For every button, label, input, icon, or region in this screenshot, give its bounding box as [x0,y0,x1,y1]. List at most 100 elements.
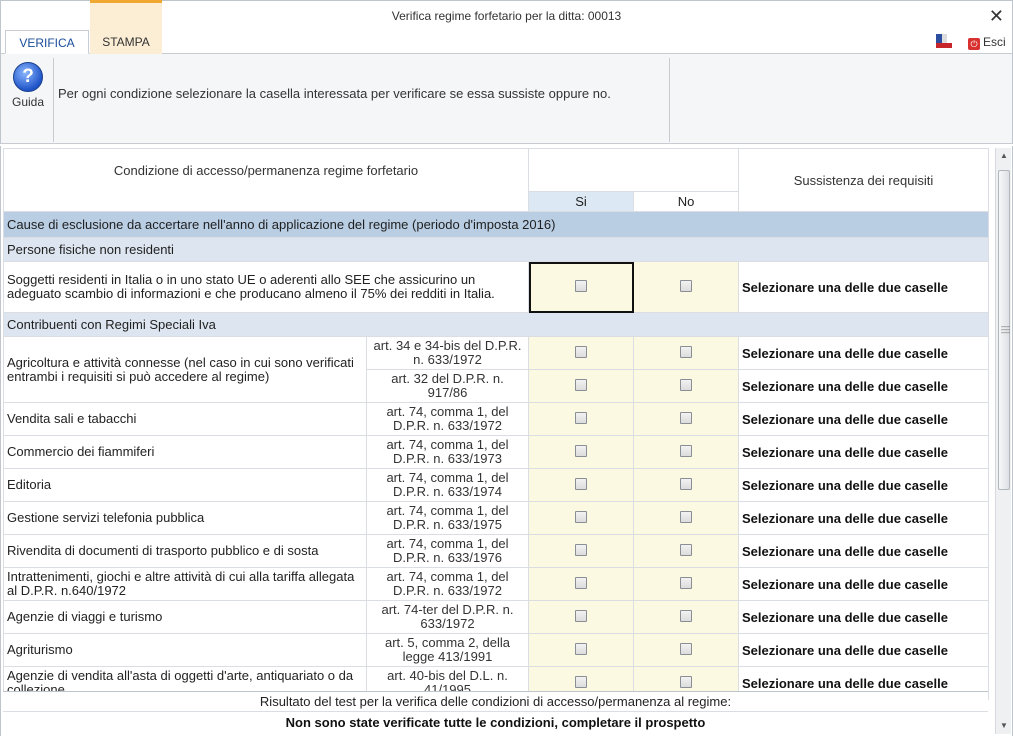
result-label: Risultato del test per la verifica delle… [259,694,732,709]
no-checkbox[interactable] [680,411,692,424]
si-cell [528,534,634,568]
status-text: Selezionare una delle due caselle [738,468,989,502]
si-cell [528,633,634,667]
conditions-table: Condizione di accesso/permanenza regime … [3,148,989,700]
table-row: Editoria art. 74, comma 1, del D.P.R. n.… [3,468,989,502]
condition-desc: Agricoltura e attività connesse (nel cas… [3,336,367,403]
law-reference: art. 74, comma 1, del D.P.R. n. 633/1976 [366,534,529,568]
table-row: Intrattenimenti, giochi e altre attività… [3,567,989,601]
ribbon-divider [53,58,54,142]
group-title-regimi-speciali: Contribuenti con Regimi Speciali Iva [3,312,989,337]
section-title: Cause di esclusione da accertare nell'an… [3,211,989,238]
ribbon-divider [669,58,670,142]
si-checkbox[interactable] [575,477,587,490]
no-checkbox[interactable] [680,477,692,490]
si-checkbox[interactable] [575,609,587,622]
table-row: Agriturismo art. 5, comma 2, della legge… [3,633,989,667]
si-checkbox[interactable] [575,510,587,523]
si-checkbox[interactable] [575,411,587,424]
no-checkbox[interactable] [680,609,692,622]
no-cell [633,468,739,502]
law-reference: art. 74, comma 1, del D.P.R. n. 633/1972 [366,567,529,601]
condition-desc: Agenzie di viaggi e turismo [3,600,367,634]
si-checkbox[interactable] [575,345,587,358]
si-checkbox[interactable] [575,543,587,556]
group-title-non-residenti: Persone fisiche non residenti [3,237,989,262]
no-checkbox[interactable] [680,510,692,523]
status-text: Selezionare una delle due caselle [738,435,989,469]
law-reference: art. 74, comma 1, del D.P.R. n. 633/1974 [366,468,529,502]
no-checkbox[interactable] [680,642,692,655]
help-button[interactable]: ? Guida [6,62,50,109]
si-cell [528,567,634,601]
si-cell [528,435,634,469]
condition-desc: Intrattenimenti, giochi e altre attività… [3,567,367,601]
no-checkbox[interactable] [680,675,692,688]
result-message: Non sono state verificate tutte le condi… [285,715,706,730]
exit-button[interactable]: ⏻ Esci [968,30,1006,54]
no-checkbox[interactable] [680,543,692,556]
status-text: Selezionare una delle due caselle [738,261,989,313]
no-cell [633,633,739,667]
no-cell [633,501,739,535]
si-checkbox[interactable] [575,675,587,688]
no-checkbox[interactable] [680,279,692,292]
result-panel: Risultato del test per la verifica delle… [3,691,988,736]
condition-desc: Editoria [3,468,367,502]
law-reference: art. 74, comma 1, del D.P.R. n. 633/1972 [366,402,529,436]
status-text: Selezionare una delle due caselle [738,633,989,667]
exit-icon: ⏻ [968,38,980,50]
scroll-down-icon[interactable]: ▼ [996,718,1012,734]
window-title: Verifica regime forfetario per la ditta:… [391,9,622,23]
si-checkbox[interactable] [575,279,587,292]
status-text: Selezionare una delle due caselle [738,567,989,601]
status-text: Selezionare una delle due caselle [738,501,989,535]
si-checkbox[interactable] [575,378,587,391]
condition-desc: Soggetti residenti in Italia o in uno st… [3,261,529,313]
condition-desc: Gestione servizi telefonia pubblica [3,501,367,535]
tab-bar: VERIFICA STAMPA ⏻ Esci [0,0,1013,54]
no-cell [633,261,739,313]
si-cell [528,369,634,403]
no-checkbox[interactable] [680,444,692,457]
header-spacer [3,191,529,212]
header-spacer [528,148,739,192]
scrollbar-thumb[interactable]: — — — [998,170,1010,490]
instructions-text: Per ogni condizione selezionare la casel… [58,86,611,101]
status-text: Selezionare una delle due caselle [738,534,989,568]
flag-icon[interactable] [936,34,952,48]
no-cell [633,402,739,436]
si-checkbox[interactable] [575,642,587,655]
table-row: Rivendita di documenti di trasporto pubb… [3,534,989,568]
si-checkbox[interactable] [575,576,587,589]
tab-verifica[interactable]: VERIFICA [5,30,89,54]
tab-stampa[interactable]: STAMPA [90,0,162,54]
si-cell [528,600,634,634]
no-cell [633,435,739,469]
law-reference: art. 74, comma 1, del D.P.R. n. 633/1975 [366,501,529,535]
si-checkbox[interactable] [575,444,587,457]
header-si: Si [528,191,634,212]
vertical-scrollbar[interactable]: ▲ — — — ▼ [995,148,1011,734]
status-text: Selezionare una delle due caselle [738,600,989,634]
law-reference: art. 5, comma 2, della legge 413/1991 [366,633,529,667]
ribbon: ? Guida Per ogni condizione selezionare … [0,54,1013,144]
law-reference: art. 34 e 34-bis del D.P.R. n. 633/1972 [366,336,529,370]
header-status: Sussistenza dei requisiti [738,148,989,212]
help-label: Guida [11,95,45,109]
law-reference: art. 74-ter del D.P.R. n. 633/1972 [366,600,529,634]
scroll-up-icon[interactable]: ▲ [996,148,1012,164]
close-icon[interactable]: ✕ [989,1,1004,31]
no-checkbox[interactable] [680,576,692,589]
status-text: Selezionare una delle due caselle [738,369,989,403]
condition-desc: Rivendita di documenti di trasporto pubb… [3,534,367,568]
table-row: Commercio dei fiammiferi art. 74, comma … [3,435,989,469]
header-no: No [633,191,739,212]
no-checkbox[interactable] [680,378,692,391]
no-checkbox[interactable] [680,345,692,358]
table-row: Vendita sali e tabacchi art. 74, comma 1… [3,402,989,436]
table-row: Agenzie di viaggi e turismo art. 74-ter … [3,600,989,634]
law-reference: art. 74, comma 1, del D.P.R. n. 633/1973 [366,435,529,469]
law-reference: art. 32 del D.P.R. n. 917/86 [366,369,529,403]
si-cell [528,261,634,313]
